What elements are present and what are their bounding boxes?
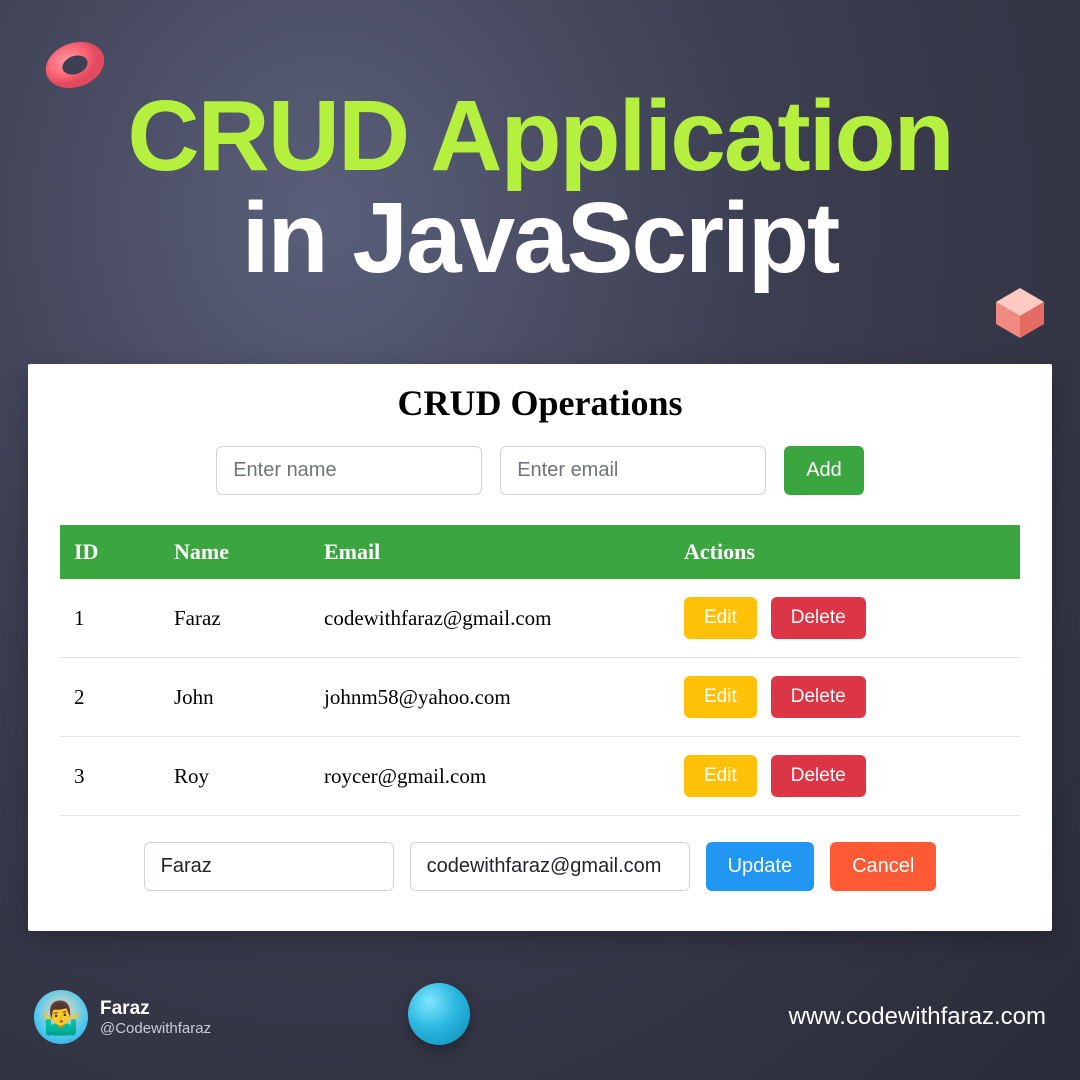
- crud-card: CRUD Operations Add ID Name Email Action…: [28, 364, 1052, 931]
- col-email: Email: [324, 539, 684, 565]
- table-row: 1 Faraz codewithfaraz@gmail.com Edit Del…: [60, 579, 1020, 658]
- cancel-button[interactable]: Cancel: [830, 842, 936, 891]
- col-name: Name: [174, 539, 324, 565]
- add-button[interactable]: Add: [784, 446, 864, 495]
- name-input[interactable]: [216, 446, 482, 495]
- edit-name-input[interactable]: [144, 842, 394, 891]
- cell-name: Roy: [174, 764, 324, 789]
- add-form: Add: [60, 446, 1020, 495]
- cell-id: 2: [74, 685, 174, 710]
- cell-id: 3: [74, 764, 174, 789]
- cell-email: codewithfaraz@gmail.com: [324, 606, 684, 631]
- edit-email-input[interactable]: [410, 842, 690, 891]
- title-line-2: in JavaScript: [0, 187, 1080, 289]
- title-line-1: CRUD Application: [0, 85, 1080, 187]
- avatar: [34, 990, 88, 1044]
- col-actions: Actions: [684, 539, 1006, 565]
- table-row: 2 John johnm58@yahoo.com Edit Delete: [60, 658, 1020, 737]
- profile-name: Faraz: [100, 998, 211, 1020]
- edit-button[interactable]: Edit: [684, 755, 757, 797]
- profile-handle: @Codewithfaraz: [100, 1020, 211, 1037]
- cube-decoration: [990, 282, 1050, 342]
- cell-email: johnm58@yahoo.com: [324, 685, 684, 710]
- card-heading: CRUD Operations: [60, 382, 1020, 424]
- cell-email: roycer@gmail.com: [324, 764, 684, 789]
- edit-button[interactable]: Edit: [684, 597, 757, 639]
- profile: Faraz @Codewithfaraz: [34, 990, 211, 1044]
- footer: Faraz @Codewithfaraz www.codewithfaraz.c…: [34, 990, 1046, 1044]
- edit-form: Update Cancel: [60, 842, 1020, 891]
- cell-id: 1: [74, 606, 174, 631]
- site-url: www.codewithfaraz.com: [789, 1003, 1046, 1031]
- delete-button[interactable]: Delete: [771, 597, 866, 639]
- update-button[interactable]: Update: [706, 842, 815, 891]
- cell-name: Faraz: [174, 606, 324, 631]
- delete-button[interactable]: Delete: [771, 676, 866, 718]
- cell-name: John: [174, 685, 324, 710]
- table-row: 3 Roy roycer@gmail.com Edit Delete: [60, 737, 1020, 816]
- table-header: ID Name Email Actions: [60, 525, 1020, 579]
- page-title: CRUD Application in JavaScript: [0, 85, 1080, 289]
- col-id: ID: [74, 539, 174, 565]
- email-input[interactable]: [500, 446, 766, 495]
- edit-button[interactable]: Edit: [684, 676, 757, 718]
- delete-button[interactable]: Delete: [771, 755, 866, 797]
